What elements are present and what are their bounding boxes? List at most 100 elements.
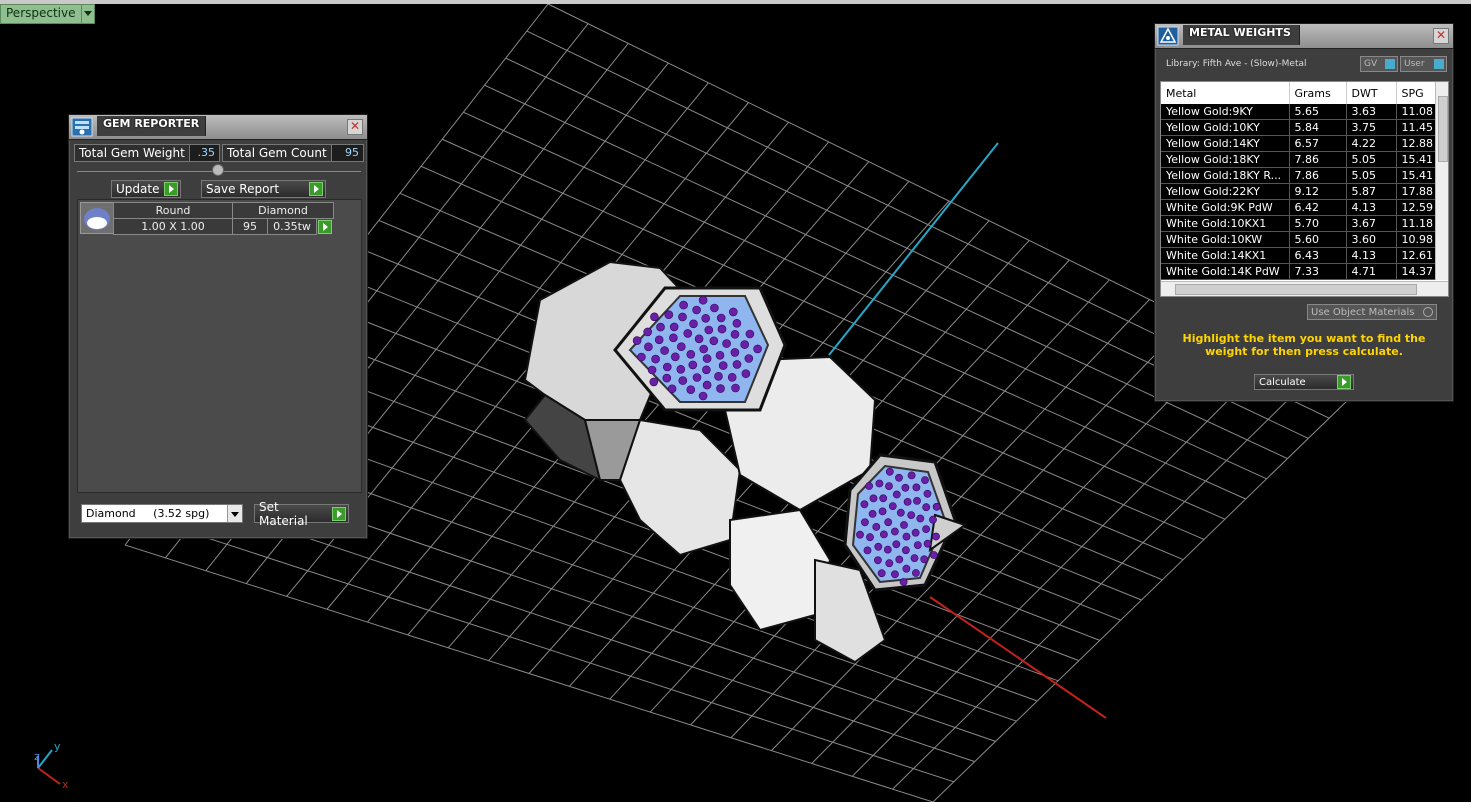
table-cell: 3.60 — [1346, 231, 1397, 248]
table-cell: White Gold:10KW — [1161, 231, 1290, 248]
round-diamond-icon — [80, 202, 114, 234]
table-cell: 5.60 — [1289, 231, 1347, 248]
gem-reporter-icon — [71, 117, 93, 137]
table-cell: 7.33 — [1289, 263, 1347, 280]
column-header[interactable]: Metal — [1161, 82, 1290, 104]
play-icon — [332, 506, 346, 521]
total-gem-count-field: Total Gem Count 95 — [222, 144, 364, 162]
collapse-handle-icon[interactable] — [212, 164, 224, 176]
use-object-materials-toggle[interactable]: Use Object Materials — [1307, 304, 1437, 320]
gv-toggle[interactable]: GV — [1360, 56, 1398, 72]
table-row[interactable]: Yellow Gold:9KY 5.65 3.63 11.08 — [1161, 104, 1448, 120]
total-gem-count-value: 95 — [331, 145, 363, 161]
table-cell: 3.67 — [1346, 215, 1397, 232]
table-cell: Yellow Gold:14KY — [1161, 135, 1290, 152]
axis-x-label: x — [62, 778, 69, 791]
user-toggle[interactable]: User — [1400, 56, 1447, 72]
play-icon — [309, 182, 323, 196]
gem-expand-button[interactable] — [318, 220, 332, 234]
table-cell: 6.57 — [1289, 135, 1347, 152]
gem-reporter-titlebar[interactable]: GEM REPORTER ✕ — [69, 115, 367, 140]
chevron-down-icon[interactable] — [80, 5, 94, 23]
axis-gizmo: x y z — [34, 740, 69, 791]
table-cell: 5.65 — [1289, 104, 1347, 120]
total-gem-weight-field: Total Gem Weight .35 — [74, 144, 220, 162]
table-cell: 4.13 — [1346, 247, 1397, 264]
table-row[interactable]: White Gold:10KX1 5.70 3.67 11.18 — [1161, 215, 1448, 232]
table-cell: Yellow Gold:18KY — [1161, 151, 1290, 168]
metal-weights-icon — [1157, 26, 1179, 46]
table-row[interactable]: Yellow Gold:10KY 5.84 3.75 11.45 — [1161, 119, 1448, 136]
vertical-scrollbar[interactable] — [1435, 82, 1448, 280]
set-material-button[interactable]: Set Material — [254, 500, 349, 528]
close-icon[interactable]: ✕ — [347, 119, 363, 135]
chevron-down-icon — [227, 505, 242, 522]
metal-weights-titlebar[interactable]: METAL WEIGHTS ✕ — [1155, 24, 1453, 49]
table-cell: 6.42 — [1289, 199, 1347, 216]
table-row[interactable]: White Gold:10KW 5.60 3.60 10.98 — [1161, 231, 1448, 248]
table-cell: 5.84 — [1289, 119, 1347, 136]
table-row[interactable]: Yellow Gold:22KY 9.12 5.87 17.88 — [1161, 183, 1448, 200]
scroll-thumb[interactable] — [1438, 96, 1448, 162]
table-cell: 9.12 — [1289, 183, 1347, 200]
metal-weights-title: METAL WEIGHTS — [1183, 25, 1300, 45]
calculate-button[interactable]: Calculate — [1254, 374, 1354, 390]
gem-reporter-title: GEM REPORTER — [97, 116, 207, 136]
metal-table[interactable]: Metal Grams DWT SPG Yellow Gold:9KY 5.65 3.63… — [1160, 81, 1449, 297]
table-cell: 4.13 — [1346, 199, 1397, 216]
table-cell: White Gold:10KX1 — [1161, 215, 1290, 232]
table-cell: 3.75 — [1346, 119, 1397, 136]
table-cell: 5.05 — [1346, 151, 1397, 168]
table-cell: 7.86 — [1289, 167, 1347, 184]
table-cell: 5.05 — [1346, 167, 1397, 184]
table-row[interactable]: White Gold:14K PdW 7.33 4.71 14.37 — [1161, 263, 1448, 280]
gem-shape: Round — [113, 202, 233, 219]
play-icon — [164, 182, 178, 196]
table-cell: 5.87 — [1346, 183, 1397, 200]
metal-weights-panel: METAL WEIGHTS ✕ Library: Fifth Ave - (Sl… — [1154, 23, 1454, 402]
metal-table-header: Metal Grams DWT SPG — [1161, 82, 1448, 104]
horizontal-scrollbar[interactable] — [1161, 281, 1448, 296]
table-cell: 4.22 — [1346, 135, 1397, 152]
axis-y-line — [828, 142, 999, 356]
table-cell: Yellow Gold:10KY — [1161, 119, 1290, 136]
material-select[interactable]: Diamond (3.52 spg) — [81, 504, 243, 523]
total-gem-weight-value: .35 — [189, 145, 219, 161]
play-icon — [1337, 375, 1351, 389]
table-cell: Yellow Gold:22KY — [1161, 183, 1290, 200]
gem-weight: 0.35tw — [267, 218, 317, 235]
table-cell: 3.63 — [1346, 104, 1397, 120]
table-row[interactable]: Yellow Gold:14KY 6.57 4.22 12.88 — [1161, 135, 1448, 152]
table-cell: 7.86 — [1289, 151, 1347, 168]
info-icon — [1385, 59, 1395, 69]
table-row[interactable]: Yellow Gold:18KY 7.86 5.05 15.41 — [1161, 151, 1448, 168]
column-header[interactable]: DWT — [1346, 82, 1397, 104]
library-label: Library: Fifth Ave - (Slow)-Metal — [1166, 59, 1307, 69]
material-select-value: Diamond (3.52 spg) — [86, 507, 210, 520]
gem-material: Diamond — [232, 202, 334, 219]
column-header[interactable]: Grams — [1289, 82, 1347, 104]
table-row[interactable]: White Gold:14KX1 6.43 4.13 12.61 — [1161, 247, 1448, 264]
table-cell: White Gold:9K PdW — [1161, 199, 1290, 216]
table-row[interactable]: White Gold:9K PdW 6.42 4.13 12.59 — [1161, 199, 1448, 216]
viewport-mode-label: Perspective — [6, 6, 76, 20]
table-cell: 5.70 — [1289, 215, 1347, 232]
total-gem-weight-label: Total Gem Weight — [75, 145, 190, 161]
close-icon[interactable]: ✕ — [1433, 28, 1449, 44]
save-report-button[interactable]: Save Report — [201, 180, 326, 198]
axis-z-label: z — [34, 750, 40, 763]
table-cell: Yellow Gold:9KY — [1161, 104, 1290, 120]
gem-reporter-panel: GEM REPORTER ✕ Total Gem Weight .35 Tota… — [68, 114, 368, 539]
table-cell: 4.71 — [1346, 263, 1397, 280]
gem-size: 1.00 X 1.00 — [113, 218, 233, 235]
total-gem-count-label: Total Gem Count — [223, 145, 332, 161]
instruction-message: Highlight the item you want to find the … — [1182, 332, 1426, 358]
update-button[interactable]: Update — [111, 180, 181, 198]
gem-list: Round Diamond 1.00 X 1.00 95 0.35tw — [77, 199, 362, 493]
table-row[interactable]: Yellow Gold:18KY R... 7.86 5.05 15.41 — [1161, 167, 1448, 184]
table-cell: 6.43 — [1289, 247, 1347, 264]
info-icon — [1434, 59, 1444, 69]
scroll-thumb[interactable] — [1175, 284, 1417, 295]
table-cell: Yellow Gold:18KY R... — [1161, 167, 1290, 184]
viewport-mode-dropdown[interactable]: Perspective — [0, 4, 95, 24]
